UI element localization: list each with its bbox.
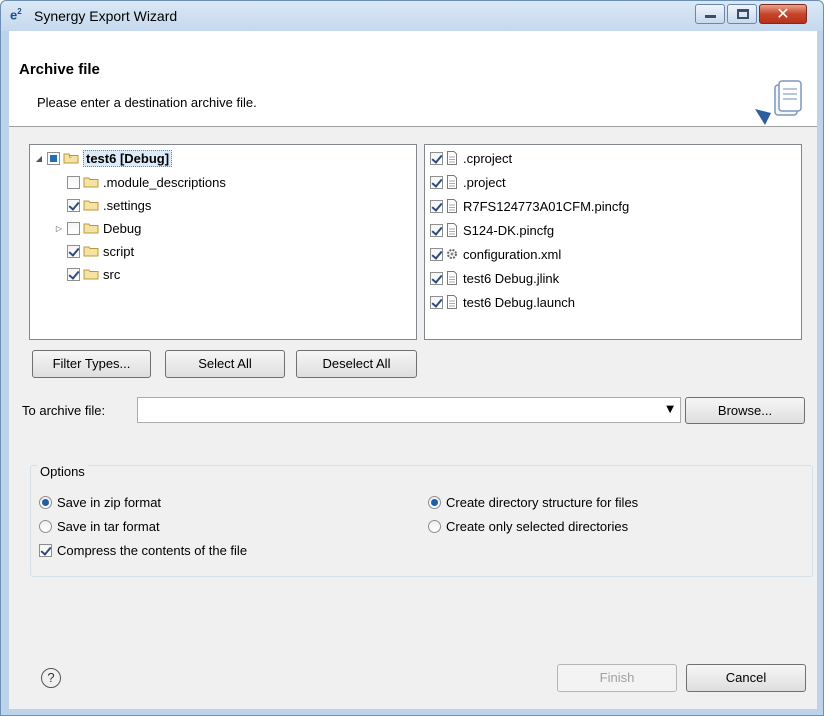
minimize-icon — [705, 15, 716, 18]
file-checkbox[interactable] — [430, 295, 443, 309]
file-icon — [447, 151, 457, 165]
file-checkbox[interactable] — [430, 223, 443, 237]
minimize-button[interactable] — [695, 4, 725, 24]
file-checkbox[interactable] — [430, 175, 443, 189]
cancel-button[interactable]: Cancel — [686, 664, 806, 692]
dropdown-arrow-icon[interactable]: ▼ — [666, 404, 674, 415]
compress-label[interactable]: Compress the contents of the file — [57, 543, 247, 558]
folder-icon — [83, 200, 99, 211]
file-label[interactable]: S124-DK.pincfg — [463, 223, 554, 238]
create-selected-option[interactable]: Create only selected directories — [428, 519, 628, 534]
maximize-icon — [737, 9, 749, 19]
file-checkbox[interactable] — [430, 199, 443, 213]
deselect-all-button[interactable]: Deselect All — [296, 350, 417, 378]
tree-label[interactable]: .module_descriptions — [103, 175, 226, 190]
tree-label-root[interactable]: test6 [Debug] — [83, 149, 173, 167]
folder-icon — [83, 246, 99, 257]
file-icon — [447, 175, 457, 189]
app-icon: e2 — [10, 7, 22, 23]
file-icon — [447, 199, 457, 213]
tree-row[interactable]: .settings — [54, 194, 151, 216]
create-structure-radio[interactable] — [428, 496, 441, 509]
page-title: Archive file — [19, 61, 100, 78]
file-icon — [447, 271, 457, 285]
tree-checkbox[interactable] — [67, 267, 80, 281]
file-icon — [447, 223, 457, 237]
file-checkbox[interactable] — [430, 271, 443, 285]
folder-icon — [83, 177, 99, 188]
options-title: Options — [37, 464, 88, 479]
file-label[interactable]: test6 Debug.jlink — [463, 271, 559, 286]
collapse-arrow-icon[interactable]: ◢ — [34, 154, 44, 163]
tree-row-root[interactable]: ◢ c test6 [Debug] — [34, 147, 173, 169]
file-checkbox[interactable] — [430, 151, 443, 165]
expand-arrow-icon[interactable]: ▷ — [54, 224, 64, 233]
create-structure-option[interactable]: Create directory structure for files — [428, 495, 638, 510]
browse-button[interactable]: Browse... — [685, 397, 805, 424]
folder-icon — [83, 223, 99, 234]
file-row[interactable]: test6 Debug.jlink — [430, 267, 559, 289]
tree-checkbox[interactable] — [67, 175, 80, 189]
zip-format-radio[interactable] — [39, 496, 52, 509]
file-row[interactable]: R7FS124773A01CFM.pincfg — [430, 195, 629, 217]
project-folder-icon: c — [63, 153, 79, 164]
tree-label[interactable]: script — [103, 244, 134, 259]
tree-label[interactable]: src — [103, 267, 120, 282]
archive-file-label: To archive file: — [22, 403, 106, 418]
file-label[interactable]: configuration.xml — [463, 247, 561, 262]
archive-file-combo[interactable]: ▼ — [137, 397, 681, 423]
tree-checkbox[interactable] — [67, 244, 80, 258]
tar-format-label[interactable]: Save in tar format — [57, 519, 160, 534]
create-selected-radio[interactable] — [428, 520, 441, 533]
zip-format-label[interactable]: Save in zip format — [57, 495, 161, 510]
help-icon[interactable]: ? — [41, 668, 61, 688]
file-checkbox[interactable] — [430, 247, 443, 261]
filter-types-button[interactable]: Filter Types... — [32, 350, 151, 378]
compress-checkbox[interactable] — [39, 544, 52, 557]
tree-row[interactable]: script — [54, 240, 134, 262]
tar-format-option[interactable]: Save in tar format — [39, 519, 160, 534]
gear-icon — [447, 249, 457, 259]
tree-row[interactable]: .module_descriptions — [54, 171, 226, 193]
file-label[interactable]: R7FS124773A01CFM.pincfg — [463, 199, 629, 214]
tar-format-radio[interactable] — [39, 520, 52, 533]
page-description: Please enter a destination archive file. — [37, 95, 257, 110]
finish-button[interactable]: Finish — [557, 664, 677, 692]
tree-checkbox[interactable] — [67, 221, 80, 235]
tree-row[interactable]: ▷ Debug — [54, 217, 141, 239]
tree-label[interactable]: Debug — [103, 221, 141, 236]
folder-tree-panel[interactable]: ◢ c test6 [Debug] .module_descriptions .s… — [29, 144, 417, 340]
file-icon — [447, 295, 457, 309]
select-all-button[interactable]: Select All — [165, 350, 285, 378]
zip-format-option[interactable]: Save in zip format — [39, 495, 161, 510]
file-list-panel[interactable]: .cproject .project R7FS124773A01CFM.pincfg… — [424, 144, 802, 340]
close-button[interactable]: ✕ — [759, 4, 807, 24]
file-label[interactable]: .cproject — [463, 151, 512, 166]
file-row[interactable]: test6 Debug.launch — [430, 291, 575, 313]
export-wizard-window: e2 Synergy Export Wizard ✕ Archive file … — [0, 0, 824, 716]
tree-label[interactable]: .settings — [103, 198, 151, 213]
file-label[interactable]: .project — [463, 175, 506, 190]
file-label[interactable]: test6 Debug.launch — [463, 295, 575, 310]
file-row[interactable]: .project — [430, 171, 506, 193]
file-row[interactable]: S124-DK.pincfg — [430, 219, 554, 241]
folder-icon — [83, 269, 99, 280]
wizard-client: Archive file Please enter a destination … — [9, 31, 817, 709]
tree-row[interactable]: src — [54, 263, 120, 285]
create-selected-label[interactable]: Create only selected directories — [446, 519, 628, 534]
wizard-header: Archive file Please enter a destination … — [9, 31, 817, 127]
file-row[interactable]: .cproject — [430, 147, 512, 169]
window-title: Synergy Export Wizard — [34, 8, 178, 24]
close-icon: ✕ — [776, 4, 790, 23]
create-structure-label[interactable]: Create directory structure for files — [446, 495, 638, 510]
title-bar[interactable]: e2 Synergy Export Wizard ✕ — [1, 1, 823, 31]
tree-checkbox-root[interactable] — [47, 151, 60, 165]
maximize-button[interactable] — [727, 4, 757, 24]
svg-text:c: c — [69, 154, 72, 160]
tree-checkbox[interactable] — [67, 198, 80, 212]
export-archive-icon — [755, 80, 802, 125]
compress-option[interactable]: Compress the contents of the file — [39, 543, 247, 558]
file-row[interactable]: configuration.xml — [430, 243, 561, 265]
